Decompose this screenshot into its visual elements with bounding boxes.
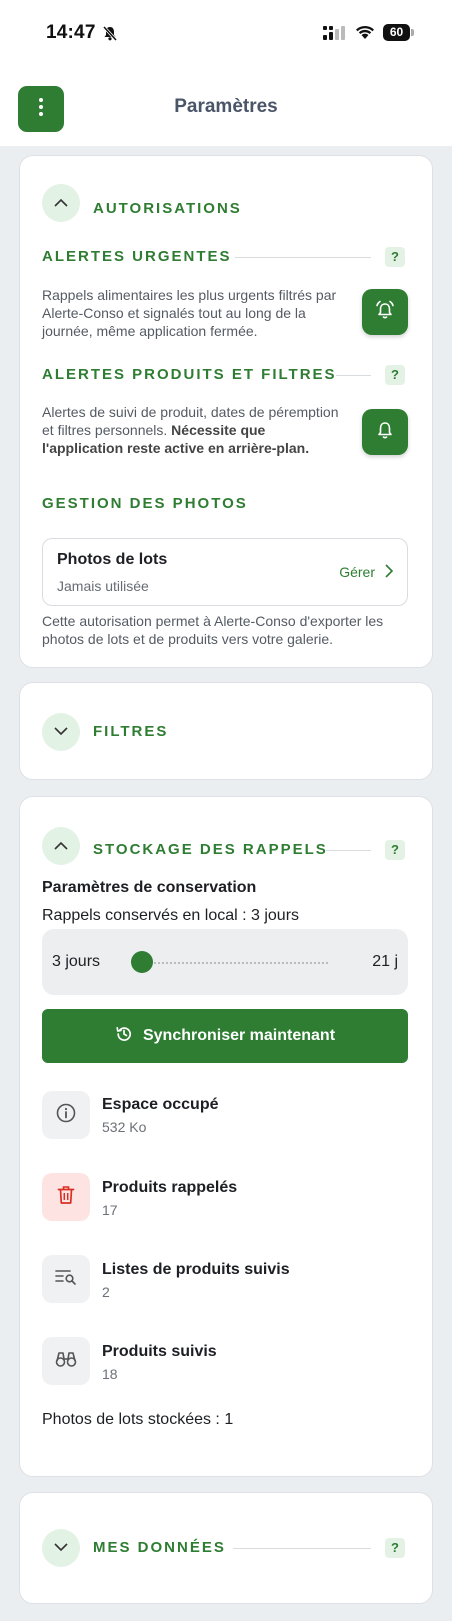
lot-photos-item[interactable]: Photos de lots Jamais utilisée Gérer [42, 538, 408, 606]
cellular-signal-icon [323, 26, 345, 45]
bell-muted-icon [102, 25, 118, 46]
chevron-up-icon [54, 194, 68, 212]
bell-icon [374, 419, 396, 446]
conservation-title: Paramètres de conservation [42, 879, 257, 896]
stored-photos-count: Photos de lots stockées : 1 [42, 1411, 234, 1428]
history-icon [115, 1025, 133, 1048]
my-data-expand-toggle[interactable] [42, 1529, 80, 1567]
slider-min-label: 3 jours [52, 953, 101, 970]
battery-icon: 60 [383, 24, 414, 41]
lot-photos-title: Photos de lots [57, 551, 168, 568]
urgent-alerts-description: Rappels alimentaires les plus urgents fi… [42, 287, 337, 339]
sync-now-button[interactable]: Synchroniser maintenant [42, 1009, 408, 1063]
filters-title: FILTRES [93, 723, 169, 740]
authorizations-title: AUTORISATIONS [93, 200, 242, 217]
chevron-up-icon [54, 837, 68, 855]
conservation-text: Rappels conservés en local : 3 jours [42, 907, 300, 924]
storage-help-button[interactable]: ? [385, 840, 405, 860]
divider [336, 375, 371, 376]
storage-space-icon-box [42, 1091, 90, 1139]
product-alerts-title: ALERTES PRODUITS ET FILTRES [42, 366, 337, 383]
photo-management-title: GESTION DES PHOTOS [42, 495, 248, 512]
lot-photos-status: Jamais utilisée [57, 578, 149, 594]
info-icon [56, 1103, 76, 1128]
chevron-down-icon [54, 1539, 68, 1557]
slider-thumb[interactable] [131, 951, 153, 973]
urgent-alerts-help-button[interactable]: ? [385, 247, 405, 267]
urgent-alerts-title: ALERTES URGENTES [42, 248, 232, 265]
urgent-alerts-button[interactable] [362, 289, 408, 335]
product-alerts-button[interactable] [362, 409, 408, 455]
slider-max-label: 21 j [372, 953, 398, 970]
my-data-card: MES DONNÉES ? [19, 1492, 433, 1604]
my-data-help-button[interactable]: ? [385, 1538, 405, 1558]
stat-name: Espace occupé [102, 1096, 219, 1113]
stat-name: Produits rappelés [102, 1179, 238, 1196]
storage-title: STOCKAGE DES RAPPELS [93, 841, 328, 858]
authorizations-card: AUTORISATIONS ALERTES URGENTES ? Rappels… [19, 155, 433, 668]
binoculars-icon [55, 1350, 77, 1373]
divider [235, 257, 371, 258]
alarm-bell-icon [374, 299, 396, 326]
filters-expand-toggle[interactable] [42, 713, 80, 751]
page-title: Paramètres [174, 96, 278, 117]
photo-management-description: Cette autorisation permet à Alerte-Conso… [42, 613, 384, 647]
storage-collapse-toggle[interactable] [42, 827, 80, 865]
stat-name: Produits suivis [102, 1343, 217, 1360]
recalled-products-icon-box[interactable] [42, 1173, 90, 1221]
authorizations-collapse-toggle[interactable] [42, 184, 80, 222]
tracked-lists-icon-box [42, 1255, 90, 1303]
divider [233, 1548, 371, 1549]
chevron-down-icon [54, 723, 68, 741]
stat-value: 17 [102, 1202, 118, 1218]
divider [326, 850, 371, 851]
product-alerts-help-button[interactable]: ? [385, 365, 405, 385]
storage-card: STOCKAGE DES RAPPELS ? Paramètres de con… [19, 796, 433, 1477]
app-header: Paramètres [0, 66, 452, 146]
wifi-icon [355, 24, 375, 45]
list-search-icon [55, 1269, 77, 1290]
sync-now-label: Synchroniser maintenant [142, 1027, 336, 1044]
stat-value: 532 Ko [102, 1119, 147, 1135]
filters-card: FILTRES [19, 682, 433, 780]
stat-value: 2 [102, 1284, 110, 1300]
stat-value: 18 [102, 1366, 118, 1382]
slider-track[interactable] [142, 962, 328, 964]
my-data-title: MES DONNÉES [93, 1539, 226, 1556]
battery-level: 60 [389, 25, 404, 39]
status-time: 14:47 [46, 22, 96, 43]
product-alerts-description: Alertes de suivi de produit, dates de pé… [42, 404, 339, 456]
retention-slider[interactable]: 3 jours 21 j [42, 929, 408, 995]
manage-link[interactable]: Gérer [339, 564, 375, 580]
tracked-products-icon-box [42, 1337, 90, 1385]
stat-name: Listes de produits suivis [102, 1261, 290, 1278]
chevron-right-icon [385, 564, 394, 583]
status-bar: 14:47 60 [0, 0, 452, 66]
trash-icon [57, 1185, 75, 1210]
